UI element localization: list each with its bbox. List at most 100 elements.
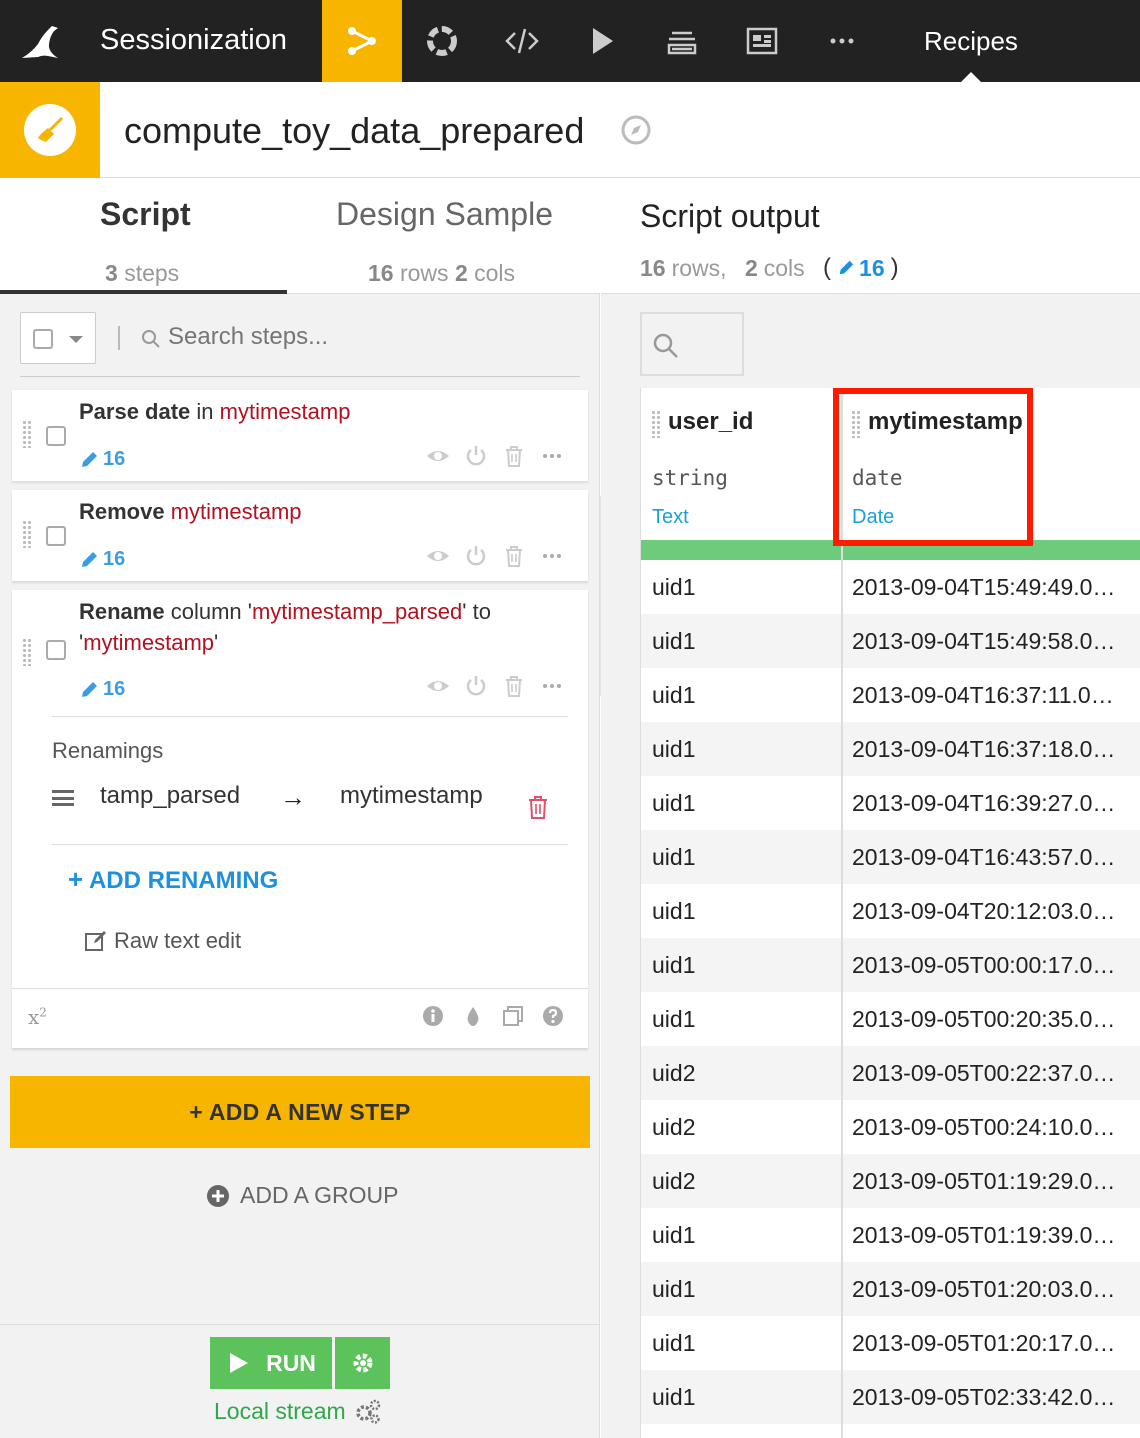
run-button[interactable]: RUN: [210, 1337, 332, 1389]
cell-user-id[interactable]: uid1: [652, 736, 695, 763]
table-row[interactable]: uid1 2013-09-04T16:37:11.000Z: [641, 668, 1140, 722]
eye-icon[interactable]: [426, 674, 450, 698]
flow-nav-icon[interactable]: [322, 0, 402, 82]
compass-icon[interactable]: [620, 114, 652, 146]
cell-mytimestamp[interactable]: 2013-09-05T01:20:17.000Z: [852, 1330, 1124, 1357]
table-row[interactable]: uid1 2013-09-04T15:49:58.000Z: [641, 614, 1140, 668]
stack-nav-icon[interactable]: [642, 0, 722, 82]
dashboard-nav-icon[interactable]: [722, 0, 802, 82]
code-nav-icon[interactable]: [482, 0, 562, 82]
cell-user-id[interactable]: uid2: [652, 1168, 695, 1195]
table-row[interactable]: uid1 2013-09-05T01:20:17.000Z: [641, 1316, 1140, 1370]
step-card-parse-date[interactable]: Parse date in mytimestamp 16: [12, 390, 588, 482]
delete-renaming-icon[interactable]: [526, 794, 550, 820]
step-checkbox[interactable]: [46, 426, 66, 446]
cell-user-id[interactable]: uid1: [652, 628, 695, 655]
cell-mytimestamp[interactable]: 2013-09-05T00:24:10.000Z: [852, 1114, 1124, 1141]
table-row[interactable]: uid1 2013-09-05T01:20:03.000Z: [641, 1262, 1140, 1316]
bird-logo-icon[interactable]: [18, 22, 64, 62]
recipes-nav-link[interactable]: Recipes: [924, 26, 1018, 57]
table-row[interactable]: uid1 2013-09-04T15:49:49.000Z: [641, 560, 1140, 614]
trash-icon[interactable]: [502, 544, 526, 568]
power-icon[interactable]: [464, 544, 488, 568]
step-checkbox[interactable]: [46, 640, 66, 660]
cell-user-id[interactable]: uid1: [652, 682, 695, 709]
cell-mytimestamp[interactable]: 2013-09-04T15:49:58.000Z: [852, 628, 1124, 655]
table-row[interactable]: uid1 2013-09-05T00:20:35.000Z: [641, 992, 1140, 1046]
drag-handle[interactable]: [22, 420, 32, 448]
project-name[interactable]: Sessionization: [100, 24, 287, 57]
drag-handle[interactable]: [22, 520, 32, 548]
info-icon[interactable]: [422, 1005, 444, 1027]
table-row[interactable]: uid1 2013-09-05T01:19:39.000Z: [641, 1208, 1140, 1262]
step-card-rename[interactable]: Rename column 'mytimestamp_parsed' to 'm…: [12, 590, 588, 988]
table-row[interactable]: uid1 2013-09-04T16:43:57.000Z: [641, 830, 1140, 884]
eye-icon[interactable]: [426, 444, 450, 468]
step-checkbox[interactable]: [46, 526, 66, 546]
table-row[interactable]: uid2 2013-09-05T00:24:10.000Z: [641, 1100, 1140, 1154]
power-icon[interactable]: [464, 674, 488, 698]
more-icon[interactable]: [540, 444, 564, 468]
rename-to-field[interactable]: mytimestamp: [340, 782, 486, 810]
cell-user-id[interactable]: uid1: [652, 1222, 695, 1249]
formula-icon[interactable]: x2: [28, 1005, 47, 1029]
more-icon[interactable]: [540, 674, 564, 698]
cell-user-id[interactable]: uid1: [652, 1330, 695, 1357]
column-header-user-id[interactable]: user_id string Text: [641, 388, 841, 540]
table-row[interactable]: uid1 2013-09-04T16:37:18.000Z: [641, 722, 1140, 776]
cell-mytimestamp[interactable]: 2013-09-04T16:39:27.000Z: [852, 790, 1124, 817]
cell-mytimestamp[interactable]: 2013-09-04T16:43:57.000Z: [852, 844, 1124, 871]
column-meaning[interactable]: Text: [652, 506, 689, 529]
help-icon[interactable]: [542, 1005, 564, 1027]
add-new-step-button[interactable]: + ADD A NEW STEP: [10, 1076, 590, 1148]
engine-selector[interactable]: Local stream: [214, 1397, 382, 1425]
drag-handle[interactable]: [651, 410, 661, 438]
table-row[interactable]: uid2 2013-09-05T00:22:37.000Z: [641, 1046, 1140, 1100]
trash-icon[interactable]: [502, 674, 526, 698]
table-row[interactable]: uid1 2013-09-05T00:00:17.000Z: [641, 938, 1140, 992]
cell-user-id[interactable]: uid1: [652, 1276, 695, 1303]
output-edit-count[interactable]: 16: [837, 255, 885, 282]
recipe-title[interactable]: compute_toy_data_prepared: [124, 110, 584, 152]
raw-text-edit-link[interactable]: Raw text edit: [84, 928, 241, 954]
cell-user-id[interactable]: uid1: [652, 898, 695, 925]
table-row[interactable]: uid2 2013-09-05T01:19:29.000Z: [641, 1154, 1140, 1208]
table-row[interactable]: uid1 2013-09-05T02:33:42.000Z: [641, 1370, 1140, 1424]
play-nav-icon[interactable]: [562, 0, 642, 82]
output-search-button[interactable]: [640, 312, 744, 376]
cell-mytimestamp[interactable]: 2013-09-04T20:12:03.000Z: [852, 898, 1124, 925]
cell-mytimestamp[interactable]: 2013-09-04T15:49:49.000Z: [852, 574, 1124, 601]
add-renaming-button[interactable]: + ADD RENAMING: [68, 864, 278, 895]
cell-mytimestamp[interactable]: 2013-09-05T00:20:35.000Z: [852, 1006, 1124, 1033]
cell-mytimestamp[interactable]: 2013-09-05T01:19:39.000Z: [852, 1222, 1124, 1249]
cell-user-id[interactable]: uid1: [652, 1384, 695, 1411]
cell-mytimestamp[interactable]: 2013-09-05T02:33:42.000Z: [852, 1384, 1124, 1411]
copy-icon[interactable]: [502, 1005, 524, 1027]
cell-mytimestamp[interactable]: 2013-09-04T16:37:11.000Z: [852, 682, 1124, 709]
rename-row-handle-icon[interactable]: [52, 790, 74, 806]
lifebuoy-nav-icon[interactable]: [402, 0, 482, 82]
add-group-button[interactable]: ADD A GROUP: [206, 1182, 398, 1209]
table-row[interactable]: uid1 2013-09-04T16:39:27.000Z: [641, 776, 1140, 830]
more-icon[interactable]: [540, 544, 564, 568]
cell-user-id[interactable]: uid2: [652, 1114, 695, 1141]
eye-icon[interactable]: [426, 544, 450, 568]
select-all-steps-dropdown[interactable]: [20, 312, 96, 364]
cell-mytimestamp[interactable]: 2013-09-04T16:37:18.000Z: [852, 736, 1124, 763]
cell-user-id[interactable]: uid1: [652, 574, 695, 601]
search-steps-input[interactable]: [168, 320, 578, 354]
cell-mytimestamp[interactable]: 2013-09-05T00:00:17.000Z: [852, 952, 1124, 979]
cell-user-id[interactable]: uid1: [652, 844, 695, 871]
rename-from-field[interactable]: tamp_parsed: [100, 782, 260, 810]
step-card-remove[interactable]: Remove mytimestamp 16: [12, 490, 588, 582]
drag-handle[interactable]: [22, 638, 32, 666]
run-settings-button[interactable]: [335, 1337, 390, 1389]
power-icon[interactable]: [464, 444, 488, 468]
cell-mytimestamp[interactable]: 2013-09-05T01:19:29.000Z: [852, 1168, 1124, 1195]
cell-mytimestamp[interactable]: 2013-09-05T01:20:03.000Z: [852, 1276, 1124, 1303]
more-nav-icon[interactable]: [802, 0, 882, 82]
table-row[interactable]: uid1 2013-09-04T20:12:03.000Z: [641, 884, 1140, 938]
trash-icon[interactable]: [502, 444, 526, 468]
cell-user-id[interactable]: uid1: [652, 1006, 695, 1033]
cell-user-id[interactable]: uid1: [652, 952, 695, 979]
